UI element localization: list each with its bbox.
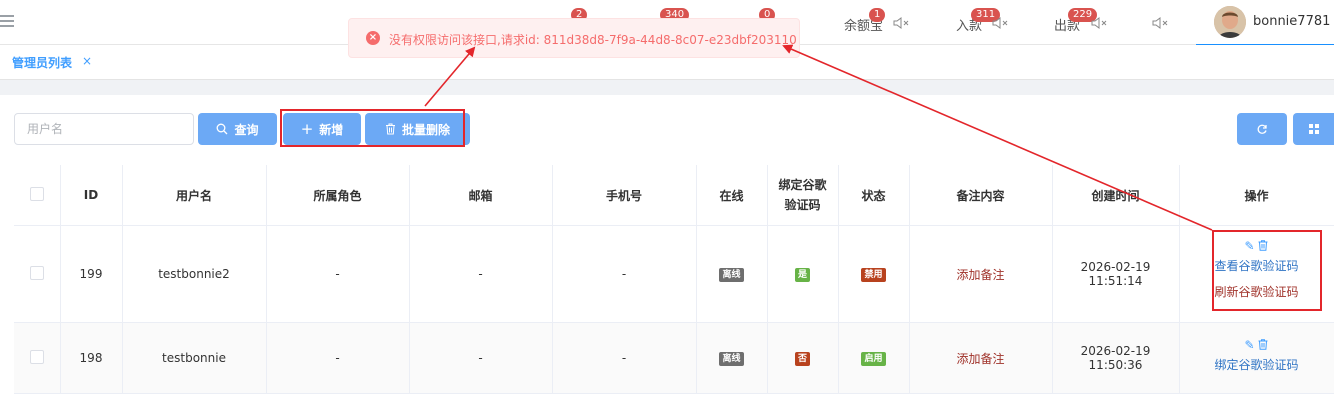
annotation-box-actions	[1212, 230, 1322, 311]
column-header[interactable]: 所属角色	[266, 165, 410, 226]
query-button[interactable]: 查询	[198, 113, 277, 145]
grid-icon	[1308, 124, 1319, 134]
error-toast: × 没有权限访问该接口,请求id: 811d38d8-7f9a-44d8-8c0…	[348, 18, 800, 58]
cell-id: 198	[60, 322, 123, 394]
select-all-cell	[14, 165, 61, 226]
add-note-link[interactable]: 添加备注	[956, 352, 1004, 366]
search-icon	[217, 123, 228, 135]
cell-phone: -	[552, 322, 697, 394]
table-row: 198 testbonnie - - - 离线 否 启用 添加备注 2026-0…	[14, 322, 1334, 394]
cell-email: -	[409, 225, 553, 323]
column-header[interactable]: 备注内容	[909, 165, 1053, 226]
cell-actions: ✎ 绑定谷歌验证码	[1179, 322, 1334, 394]
add-note-link[interactable]: 添加备注	[956, 268, 1004, 282]
status-tag[interactable]: 启用	[861, 352, 886, 366]
stat-balance-badge: 1	[869, 8, 886, 22]
grid-view-button[interactable]	[1293, 113, 1334, 145]
admin-table: ID 用户名 所属角色 邮箱 手机号 在线 绑定谷歌验证码 状态 备注内容 创建…	[14, 165, 1334, 394]
select-all-checkbox[interactable]	[29, 186, 44, 201]
cell-id: 199	[60, 225, 123, 323]
error-message: 没有权限访问该接口,请求id: 811d38d8-7f9a-44d8-8c07-…	[389, 33, 797, 47]
avatar	[1214, 6, 1246, 38]
annotation-box-toolbar	[280, 109, 465, 147]
mute-icon[interactable]	[992, 16, 1010, 30]
column-header[interactable]: 在线	[696, 165, 768, 226]
row-checkbox[interactable]	[29, 265, 44, 280]
column-header[interactable]: 操作	[1179, 165, 1334, 226]
main-panel: 查询 + 新增 批量删除 ID 用户名	[0, 95, 1334, 397]
cell-username: testbonnie	[122, 322, 267, 394]
online-status-tag: 离线	[719, 268, 744, 282]
refresh-icon	[1257, 124, 1267, 134]
username: bonnie7781	[1253, 14, 1331, 29]
google-bound-tag: 是	[794, 268, 810, 282]
column-header[interactable]: 状态	[838, 165, 910, 226]
query-button-label: 查询	[234, 122, 259, 137]
edit-icon[interactable]: ✎	[1245, 338, 1255, 352]
row-checkbox[interactable]	[29, 349, 44, 364]
mute-icon[interactable]	[893, 16, 911, 30]
row-action-icons: ✎	[1180, 338, 1334, 352]
status-tag[interactable]: 禁用	[861, 268, 886, 282]
error-icon: ×	[366, 31, 380, 45]
google-bound-tag: 否	[794, 352, 810, 366]
user-menu[interactable]: bonnie7781	[1196, 0, 1334, 46]
cell-username: testbonnie2	[122, 225, 267, 323]
delete-icon[interactable]	[1258, 339, 1268, 350]
cell-created-time: 2026-02-19 11:51:14	[1052, 225, 1180, 323]
mute-icon[interactable]	[1091, 16, 1109, 30]
cell-email: -	[409, 322, 553, 394]
column-header[interactable]: 创建时间	[1052, 165, 1180, 226]
table-row: 199 testbonnie2 - - - 离线 是 禁用 添加备注 2026-…	[14, 225, 1334, 323]
column-header[interactable]: 用户名	[122, 165, 267, 226]
column-header[interactable]: 绑定谷歌验证码	[767, 165, 839, 226]
menu-toggle-icon[interactable]	[0, 15, 14, 27]
table-header-row: ID 用户名 所属角色 邮箱 手机号 在线 绑定谷歌验证码 状态 备注内容 创建…	[14, 165, 1334, 226]
bind-google-code-link[interactable]: 绑定谷歌验证码	[1180, 352, 1334, 378]
tab-close-icon[interactable]: ×	[82, 54, 92, 68]
cell-phone: -	[552, 225, 697, 323]
cell-role: -	[266, 322, 410, 394]
column-header[interactable]: ID	[60, 165, 123, 226]
online-status-tag: 离线	[719, 352, 744, 366]
cell-created-time: 2026-02-19 11:50:36	[1052, 322, 1180, 394]
column-header[interactable]: 手机号	[552, 165, 697, 226]
username-search-input[interactable]	[14, 113, 194, 145]
refresh-button[interactable]	[1237, 113, 1287, 145]
column-header[interactable]: 邮箱	[409, 165, 553, 226]
cell-role: -	[266, 225, 410, 323]
mute-icon[interactable]	[1152, 16, 1170, 30]
tab-admin-list[interactable]: 管理员列表	[12, 54, 72, 71]
